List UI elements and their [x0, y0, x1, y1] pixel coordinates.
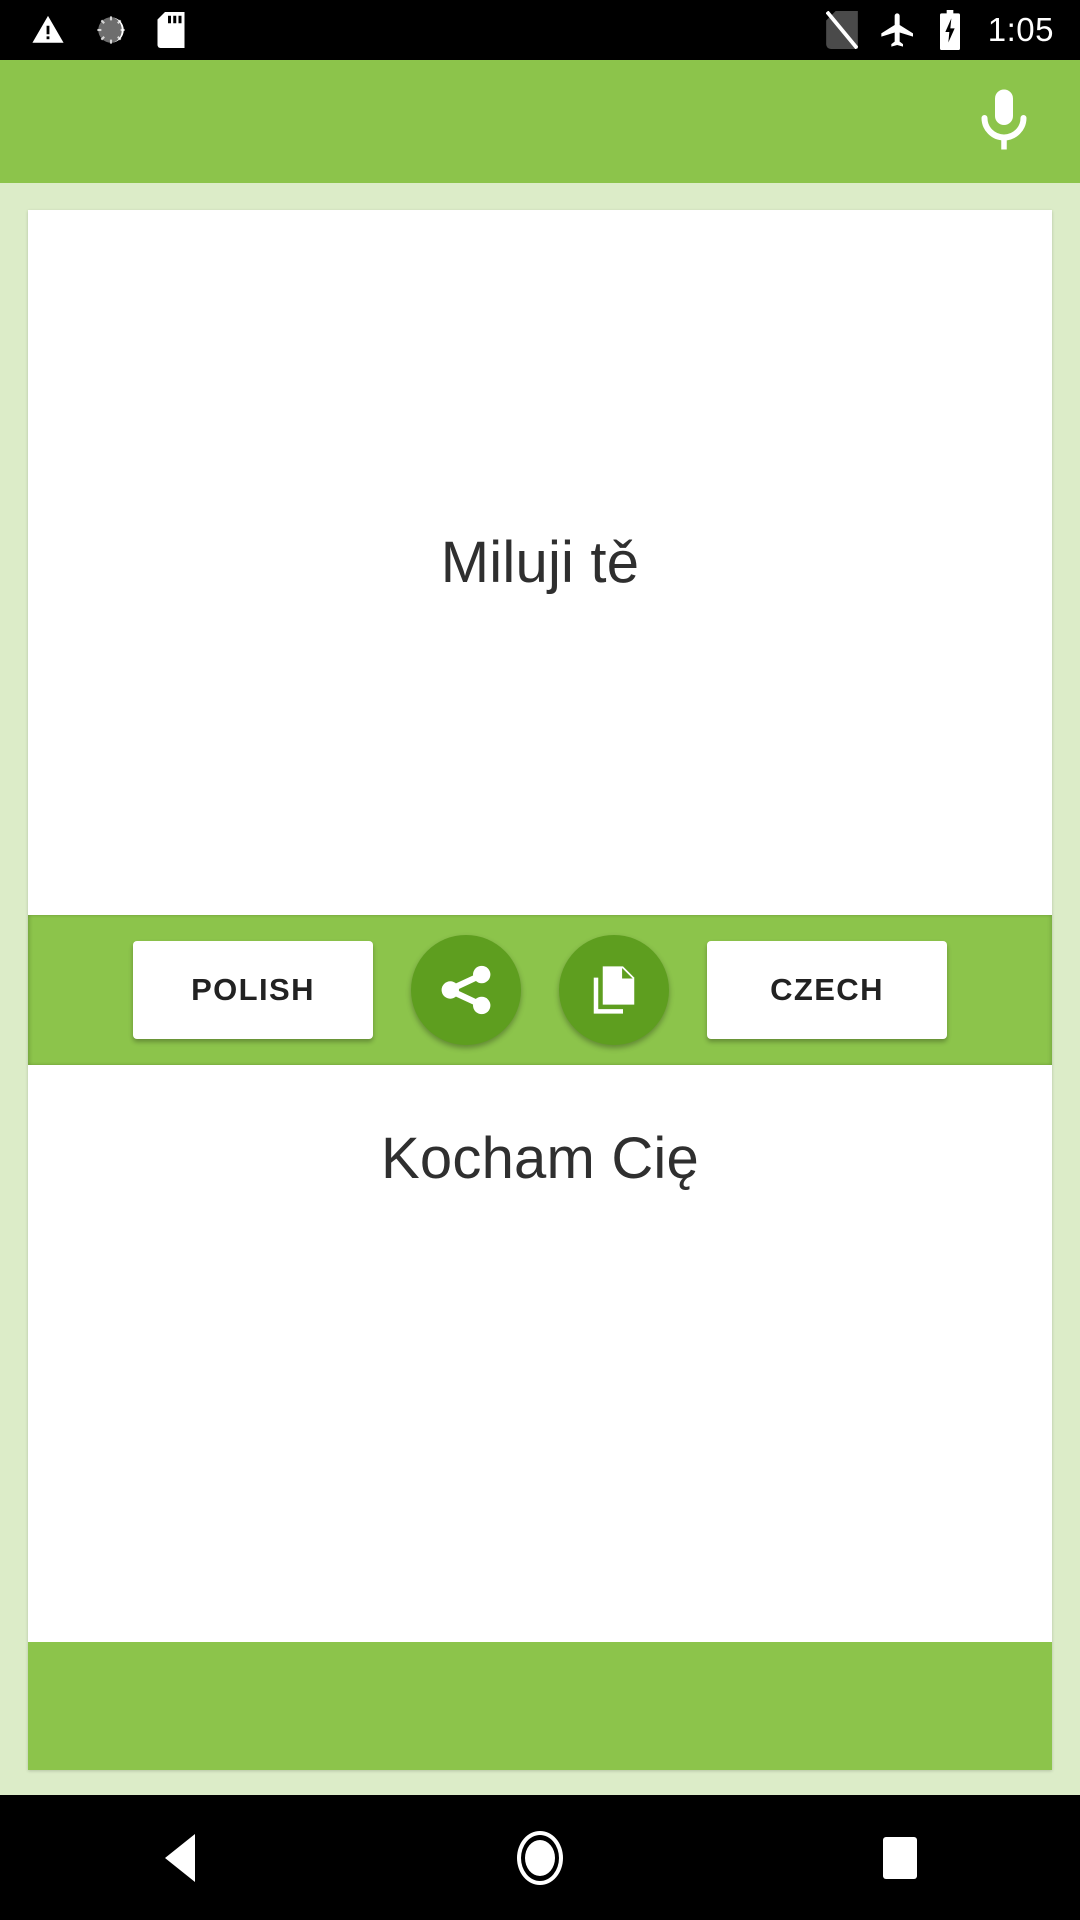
- card-footer-bar: [28, 1642, 1052, 1770]
- target-text-pane[interactable]: Kocham Cię: [28, 1065, 1052, 1642]
- warning-icon: [32, 15, 64, 43]
- nav-back-button[interactable]: [90, 1795, 270, 1920]
- status-bar: 1:05: [0, 0, 1080, 60]
- share-icon: [441, 965, 491, 1015]
- nav-home-button[interactable]: [450, 1795, 630, 1920]
- target-text: Kocham Cię: [381, 1126, 699, 1191]
- source-language-button[interactable]: POLISH: [133, 941, 373, 1039]
- status-bar-left-icons: [30, 12, 186, 48]
- translate-action-bar: POLISH CZECH: [28, 915, 1052, 1065]
- status-bar-right-icons: 1:05: [825, 0, 1054, 60]
- share-button[interactable]: [411, 935, 521, 1045]
- battery-charging-icon: [939, 10, 960, 50]
- target-language-button[interactable]: CZECH: [707, 941, 947, 1039]
- home-circle-icon: [517, 1830, 563, 1885]
- no-sim-icon: [825, 11, 858, 49]
- copy-icon: [593, 966, 635, 1014]
- phone-screen: 1:05 Miluji tě POLISH CZECH Kocham Cię: [0, 0, 1080, 1920]
- translation-card: Miluji tě POLISH CZECH Kocham Cię: [28, 210, 1052, 1770]
- sd-card-icon: [157, 12, 185, 48]
- airplane-mode-icon: [881, 13, 913, 47]
- sync-spinner-icon: [97, 16, 125, 44]
- source-text-pane[interactable]: Miluji tě: [28, 210, 1052, 915]
- copy-button[interactable]: [559, 935, 669, 1045]
- nav-recents-button[interactable]: [810, 1795, 990, 1920]
- source-text: Miluji tě: [440, 530, 640, 595]
- system-navigation-bar: [0, 1795, 1080, 1920]
- microphone-button[interactable]: [956, 74, 1052, 170]
- back-triangle-icon: [165, 1833, 195, 1882]
- app-bar: [0, 60, 1080, 183]
- microphone-icon: [981, 89, 1027, 149]
- status-bar-clock: 1:05: [987, 11, 1054, 48]
- recents-square-icon: [883, 1836, 917, 1879]
